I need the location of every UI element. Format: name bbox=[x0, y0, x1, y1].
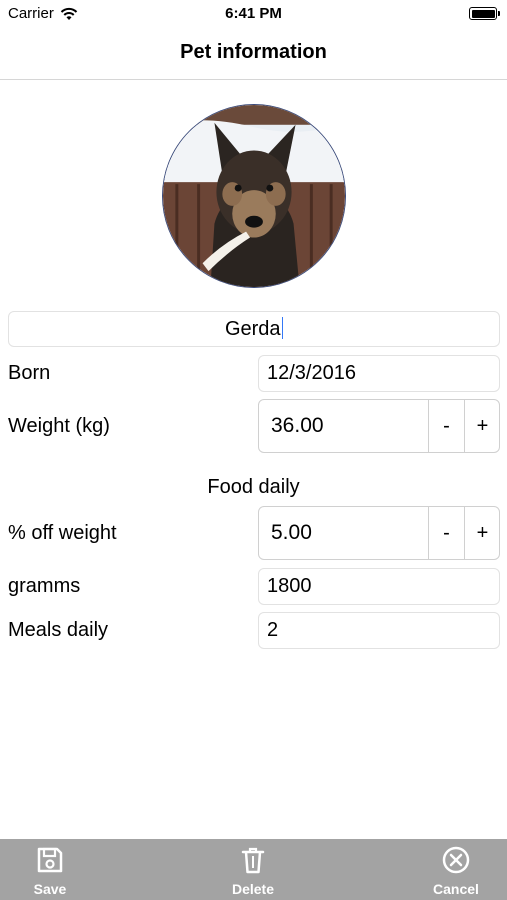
gramms-value: 1800 bbox=[267, 575, 312, 597]
born-label: Born bbox=[8, 362, 51, 384]
weight-increment-button[interactable]: + bbox=[464, 400, 500, 452]
gramms-label: gramms bbox=[8, 575, 81, 597]
weight-value[interactable]: 36.00 bbox=[271, 400, 324, 452]
floppy-disk-icon bbox=[37, 847, 63, 873]
delete-label: Delete bbox=[231, 881, 275, 897]
navigation-bar: Pet information bbox=[0, 28, 507, 80]
food-daily-heading: Food daily bbox=[207, 476, 300, 498]
meals-daily-value: 2 bbox=[267, 619, 279, 641]
page-title: Pet information bbox=[180, 41, 327, 63]
battery-icon bbox=[469, 7, 500, 20]
cancel-button[interactable]: Cancel bbox=[411, 845, 501, 897]
pet-name-value: Gerda bbox=[224, 318, 281, 340]
born-date-field[interactable]: 12/3/2016 bbox=[258, 355, 500, 392]
gramms-field[interactable]: 1800 bbox=[258, 568, 500, 605]
weight-stepper: 36.00 - + bbox=[258, 399, 500, 453]
status-bar: Carrier 6:41 PM bbox=[0, 0, 507, 28]
cancel-label: Cancel bbox=[433, 881, 479, 897]
trash-icon bbox=[241, 847, 265, 874]
save-label: Save bbox=[33, 881, 67, 897]
pet-name-input[interactable]: Gerda bbox=[8, 311, 500, 347]
save-button[interactable]: Save bbox=[5, 845, 95, 897]
percent-weight-stepper: 5.00 - + bbox=[258, 506, 500, 560]
meals-daily-label: Meals daily bbox=[8, 619, 109, 641]
born-date-value: 12/3/2016 bbox=[267, 362, 356, 384]
percent-weight-label: % off weight bbox=[8, 522, 117, 544]
percent-decrement-button[interactable]: - bbox=[428, 507, 464, 559]
weight-decrement-button[interactable]: - bbox=[428, 400, 464, 452]
close-circle-icon bbox=[442, 846, 470, 874]
dog-photo-icon bbox=[163, 105, 345, 287]
percent-increment-button[interactable]: + bbox=[464, 507, 500, 559]
delete-button[interactable]: Delete bbox=[208, 845, 298, 897]
bottom-toolbar: Save Delete Cancel bbox=[0, 839, 507, 900]
pet-photo[interactable] bbox=[162, 104, 346, 288]
text-caret bbox=[281, 317, 284, 339]
weight-label: Weight (kg) bbox=[8, 415, 110, 437]
meals-daily-field[interactable]: 2 bbox=[258, 612, 500, 649]
percent-weight-value[interactable]: 5.00 bbox=[271, 507, 312, 559]
status-time: 6:41 PM bbox=[225, 5, 282, 22]
